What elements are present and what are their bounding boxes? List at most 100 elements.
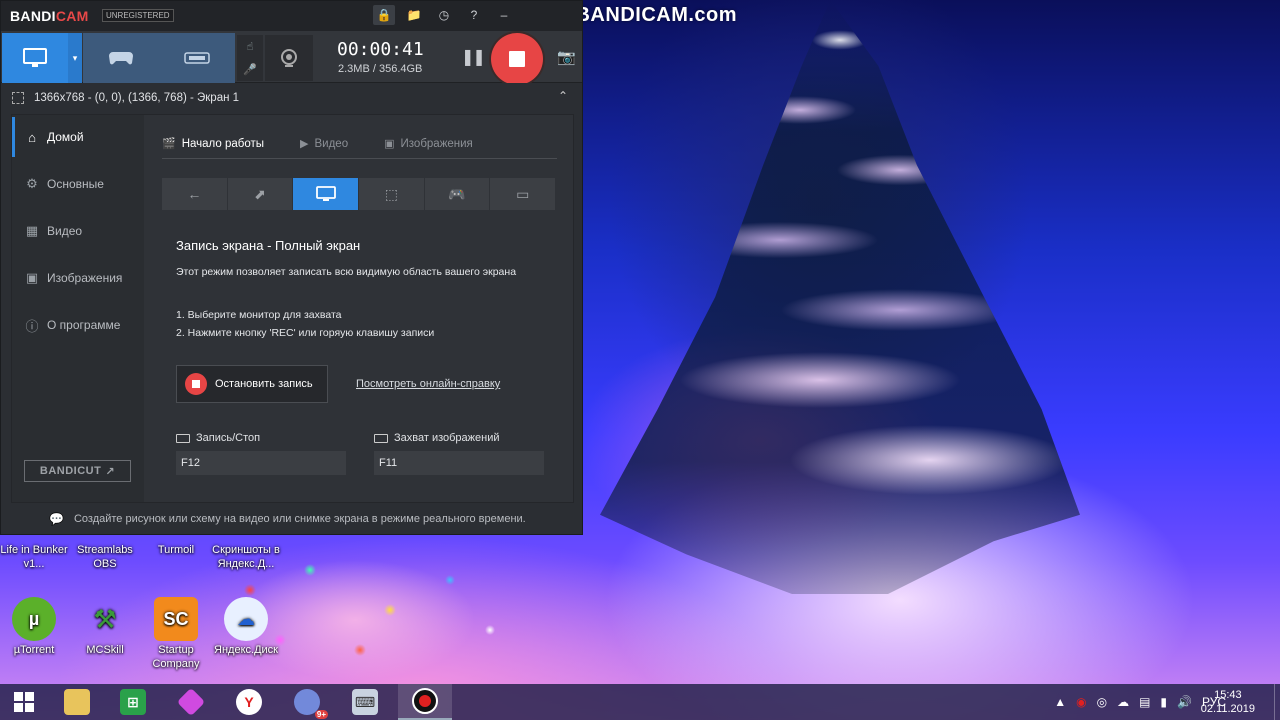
taskbar-app-gem[interactable] — [164, 684, 218, 720]
recording-timer: 00:00:41 — [337, 39, 424, 60]
stop-record-button[interactable] — [491, 33, 543, 85]
keyboard-icon — [374, 433, 388, 443]
hdmi-icon — [184, 52, 210, 64]
window-area-icon[interactable]: ⬈ — [227, 178, 293, 210]
help-icon[interactable]: ? — [463, 5, 485, 25]
desktop-icon-utorrent[interactable]: µ µTorrent — [0, 597, 72, 657]
bandicam-window: BANDICAM UNREGISTERED 🔒 📁 ◷ ? – ▾ ☝ 🎤 00… — [0, 0, 583, 535]
sidebar-item-about[interactable]: ⓘ О программе — [12, 305, 144, 345]
show-desktop-button[interactable] — [1274, 684, 1280, 720]
folder-icon — [64, 689, 90, 715]
gamepad-icon[interactable]: 🎮 — [424, 178, 490, 210]
tab-getting-started[interactable]: 🎬 Начало работы — [162, 129, 264, 158]
desktop-icon-mcskill[interactable]: ⚒ MCSkill — [67, 597, 143, 657]
keyboard-icon: ⌨ — [352, 689, 378, 715]
taskbar-discord[interactable]: 9+ — [280, 684, 334, 720]
cloud-tray-icon[interactable]: ☁ — [1117, 695, 1129, 709]
windows-logo-icon — [14, 692, 34, 712]
taskbar: ⊞ Y 9+ ⌨ ▲ ◉ ◎ ☁ ▤ ▮ 🔊 РУС 15:43 02.11.2… — [0, 684, 1280, 720]
clock[interactable]: 15:43 02.11.2019 — [1201, 688, 1255, 716]
game-mode-button[interactable] — [83, 33, 159, 83]
sidebar-item-label: О программе — [47, 318, 121, 332]
region-select-icon[interactable]: ⬚ — [359, 178, 424, 210]
content-area: 🎬 Начало работы ▶ Видео ▣ Изображения ← … — [162, 115, 557, 502]
taskbar-file-explorer[interactable] — [50, 684, 104, 720]
area-select-icon — [12, 92, 24, 104]
speaker-icon[interactable]: 🔊 — [1177, 695, 1192, 709]
image-icon: ▣ — [384, 138, 395, 150]
sidebar-item-label: Домой — [47, 130, 84, 144]
webcam-icon — [281, 49, 297, 67]
sidebar-item-video[interactable]: ▦ Видео — [12, 211, 144, 251]
windows-start-button[interactable] — [0, 684, 48, 720]
desktop-icon-yandex-screenshots[interactable]: Скриншоты в Яндекс.Д... — [208, 543, 284, 571]
sidebar-item-general[interactable]: ⚙ Основные — [12, 164, 144, 204]
taskbar-store[interactable]: ⊞ — [106, 684, 160, 720]
desktop-icon-yandex-disk[interactable]: ☁ Яндекс.Диск — [208, 597, 284, 657]
description-text: Этот режим позволяет записать всю видиму… — [176, 266, 517, 278]
minimize-icon[interactable]: – — [493, 5, 515, 25]
tab-video[interactable]: ▶ Видео — [300, 129, 348, 158]
taskbar-keyboard-app[interactable]: ⌨ — [338, 684, 392, 720]
hotkey-image-field[interactable]: F11 — [374, 451, 544, 475]
sidebar-item-images[interactable]: ▣ Изображения — [12, 258, 144, 298]
microphone-icon[interactable]: 🎤 — [243, 63, 257, 76]
hdmi-icon[interactable]: ▭ — [490, 178, 556, 210]
tab-bar: 🎬 Начало работы ▶ Видео ▣ Изображения — [162, 129, 557, 159]
clock-icon[interactable]: ◷ — [433, 5, 455, 25]
mode-dropdown-button[interactable]: ▾ — [68, 33, 82, 83]
online-help-link[interactable]: Посмотреть онлайн-справку — [356, 378, 500, 390]
video-icon: ▦ — [25, 223, 39, 238]
cursor-icon[interactable]: ☝ — [247, 40, 254, 53]
desktop-icon-turmoil[interactable]: Turmoil — [138, 543, 214, 557]
show-hidden-icons[interactable]: ▲ — [1054, 695, 1066, 709]
unregistered-badge[interactable]: UNREGISTERED — [102, 9, 174, 22]
capture-area-bar[interactable]: 1366x768 - (0, 0), (1366, 768) - Экран 1… — [1, 83, 582, 113]
mode-selector: ← ⬈ ⬚ 🎮 ▭ — [162, 178, 556, 210]
stop-icon — [185, 373, 207, 395]
sidebar-item-label: Видео — [47, 224, 83, 238]
taskbar-bandicam[interactable] — [398, 684, 452, 720]
gamepad-icon — [109, 52, 133, 65]
hotkey-record-field[interactable]: F12 — [176, 451, 346, 475]
tip-bar[interactable]: 💬 Создайте рисунок или схему на видео ил… — [1, 504, 582, 534]
back-arrow-icon[interactable]: ← — [162, 178, 227, 210]
sidebar-item-home[interactable]: ⌂ Домой — [12, 117, 144, 157]
utorrent-icon: µ — [12, 597, 56, 641]
store-icon: ⊞ — [120, 689, 146, 715]
record-icon — [412, 688, 438, 714]
title-bar[interactable]: BANDICAM UNREGISTERED 🔒 📁 ◷ ? – — [1, 1, 582, 31]
instruction-step-1: 1. Выберите монитор для захвата — [176, 309, 342, 321]
file-size: 2.3MB / 356.4GB — [338, 63, 423, 75]
record-tray-icon[interactable]: ◉ — [1076, 695, 1086, 709]
webcam-button[interactable] — [265, 35, 313, 81]
desktop-icon-startup-company[interactable]: SC Startup Company — [138, 597, 214, 671]
external-link-icon: ↗ — [105, 465, 116, 478]
screen-mode-button[interactable] — [2, 33, 68, 83]
folder-icon[interactable]: 📁 — [403, 5, 425, 25]
desktop-icon-life-in-bunker[interactable]: Life in Bunker v1... — [0, 543, 72, 571]
tab-images[interactable]: ▣ Изображения — [384, 129, 473, 158]
bandicut-button[interactable]: BANDICUT ↗ — [24, 460, 131, 482]
gear-icon: ⚙ — [26, 176, 38, 191]
main-panel: ⌂ Домой ⚙ Основные ▦ Видео ▣ Изображения… — [11, 114, 574, 503]
device-mode-button[interactable] — [159, 33, 235, 83]
wallpaper-snowy-tree — [600, 0, 1080, 594]
pause-button[interactable]: ❚❚ — [461, 47, 486, 67]
screenshot-button[interactable]: 📷 — [557, 48, 576, 66]
fullscreen-monitor-icon[interactable] — [293, 178, 359, 210]
stop-icon — [509, 51, 525, 67]
yandex-icon: Y — [236, 689, 262, 715]
desktop-icon-streamlabs[interactable]: Streamlabs OBS — [67, 543, 143, 571]
keyboard-icon — [176, 433, 190, 443]
stop-recording-button[interactable]: Остановить запись — [176, 365, 328, 403]
taskbar-yandex-browser[interactable]: Y — [222, 684, 276, 720]
app-logo: BANDICAM — [10, 8, 89, 24]
battery-icon[interactable]: ▮ — [1160, 695, 1167, 709]
gem-icon — [176, 687, 206, 717]
network-icon[interactable]: ▤ — [1139, 695, 1150, 709]
lock-icon[interactable]: 🔒 — [373, 5, 395, 25]
discord-tray-icon[interactable]: ◎ — [1097, 695, 1107, 709]
instruction-step-2: 2. Нажмите кнопку 'REC' или горяую клави… — [176, 327, 435, 339]
chevron-up-icon[interactable]: ⌃ — [558, 89, 568, 103]
